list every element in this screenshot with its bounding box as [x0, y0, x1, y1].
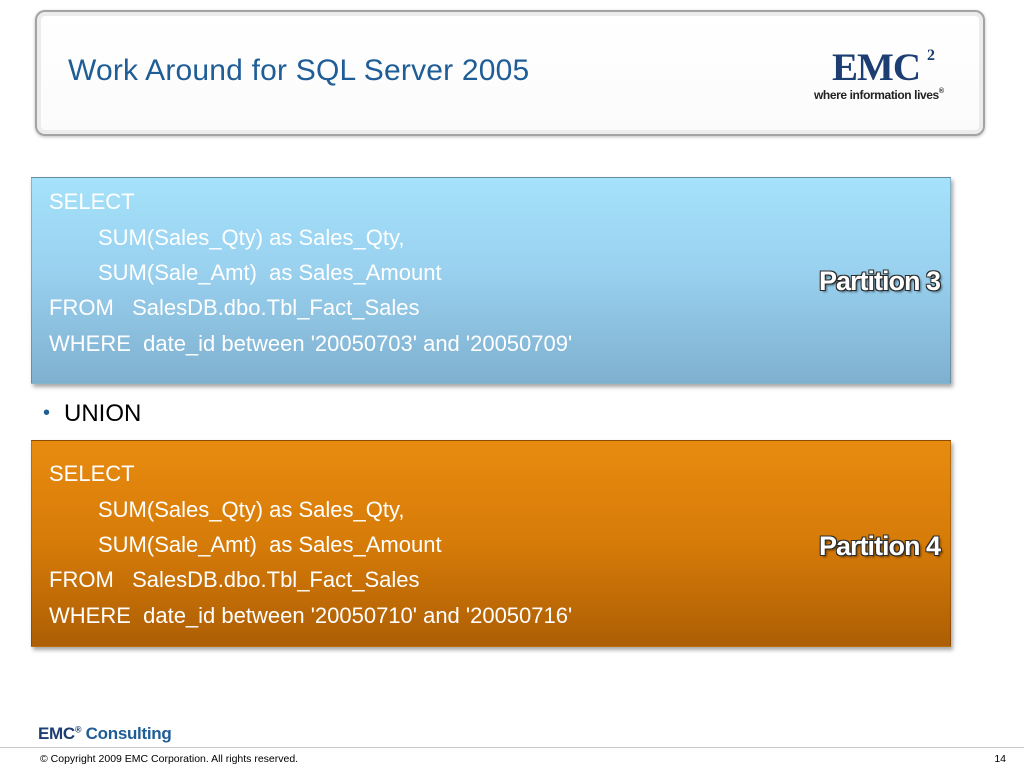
footer-brand-registered: ®	[74, 724, 82, 735]
emc-logo-tagline: where information lives®	[814, 88, 944, 102]
bullet-text: UNION	[64, 400, 142, 427]
sql-line: SUM(Sales_Qty) as Sales_Qty,	[98, 225, 405, 250]
sql-line: SELECT	[49, 461, 135, 486]
sql-line: SELECT	[49, 189, 135, 214]
sql-block-partition-4: SELECT SUM(Sales_Qty) as Sales_Qty, SUM(…	[31, 440, 951, 647]
sql-line: SUM(Sale_Amt) as Sales_Amount	[98, 260, 442, 285]
sql-line: WHERE date_id between '20050703' and '20…	[49, 331, 573, 356]
bullet-item-union: • UNION	[43, 400, 141, 428]
footer-brand: EMC	[38, 724, 75, 743]
sql-line: SUM(Sales_Qty) as Sales_Qty,	[98, 497, 405, 522]
sql-line: SUM(Sale_Amt) as Sales_Amount	[98, 532, 442, 557]
sql-block-partition-3: SELECT SUM(Sales_Qty) as Sales_Qty, SUM(…	[31, 177, 951, 384]
page-number: 14	[994, 753, 1006, 765]
emc-logo-registered: ®	[938, 88, 944, 95]
sql-line: WHERE date_id between '20050710' and '20…	[49, 603, 573, 628]
sql-line: FROM SalesDB.dbo.Tbl_Fact_Sales	[49, 295, 420, 320]
emc-consulting-logo: EMC® Consulting	[38, 724, 172, 744]
emc-logo-word: EMC	[832, 46, 921, 89]
slide-title: Work Around for SQL Server 2005	[68, 54, 530, 87]
emc-logo: EMC 2 where information lives®	[812, 46, 954, 106]
copyright-notice: © Copyright 2009 EMC Corporation. All ri…	[40, 753, 299, 765]
sql-line: FROM SalesDB.dbo.Tbl_Fact_Sales	[49, 567, 420, 592]
partition-label: Partition 4	[818, 531, 941, 561]
footer-divider	[0, 747, 1024, 748]
emc-logo-tagline-text: where information lives	[814, 88, 939, 102]
footer-brand-sub: Consulting	[85, 724, 172, 743]
emc-logo-superscript: 2	[927, 47, 935, 64]
bullet-icon: •	[43, 402, 51, 424]
partition-label: Partition 3	[818, 266, 941, 296]
